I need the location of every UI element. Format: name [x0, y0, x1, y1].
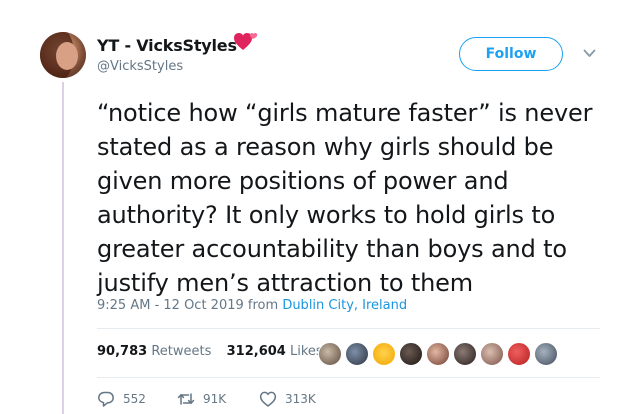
liker-avatar[interactable] — [345, 342, 369, 366]
reply-button[interactable]: 552 — [97, 390, 146, 408]
liker-avatar[interactable] — [372, 342, 396, 366]
liker-avatar[interactable] — [507, 342, 531, 366]
liker-avatar[interactable] — [318, 342, 342, 366]
liker-avatar[interactable] — [399, 342, 423, 366]
from-label: from — [247, 298, 279, 313]
divider — [97, 377, 600, 378]
liker-avatar[interactable] — [534, 342, 558, 366]
retweet-action-count: 91K — [203, 392, 227, 406]
avatar[interactable] — [40, 32, 86, 78]
reply-icon — [98, 391, 114, 407]
avatar-face — [56, 42, 78, 70]
chevron-down-icon[interactable] — [583, 49, 596, 58]
display-name[interactable]: YT - VicksStyles — [97, 36, 237, 55]
tweet-meta: 9:25 AM - 12 Oct 2019 from Dublin City, … — [97, 298, 407, 313]
like-icon — [259, 391, 277, 407]
liker-avatar[interactable] — [453, 342, 477, 366]
tweet-text: “notice how “girls mature faster” is nev… — [97, 99, 593, 297]
follow-button[interactable]: Follow — [459, 37, 563, 71]
liker-avatar[interactable] — [426, 342, 450, 366]
likes-count[interactable]: 312,604 — [227, 344, 286, 359]
retweet-button[interactable]: 91K — [177, 390, 226, 408]
tweet-timestamp[interactable]: 9:25 AM - 12 Oct 2019 — [97, 298, 244, 313]
tweet-card: YT - VicksStyles @VicksStyles Follow “no… — [0, 0, 638, 414]
retweets-label[interactable]: Retweets — [151, 344, 211, 359]
retweets-count[interactable]: 90,783 — [97, 344, 147, 359]
tweet-location[interactable]: Dublin City, Ireland — [282, 298, 407, 313]
heart-emoji-icon — [234, 33, 258, 50]
like-button[interactable]: 313K — [259, 390, 316, 408]
like-action-count: 313K — [285, 392, 316, 406]
thread-line — [62, 82, 64, 414]
liker-avatar[interactable] — [480, 342, 504, 366]
divider — [97, 328, 600, 329]
user-handle[interactable]: @VicksStyles — [97, 59, 183, 74]
reply-count: 552 — [123, 392, 146, 406]
retweet-icon — [177, 393, 195, 405]
tweet-stats: 90,783 Retweets 312,604 Likes — [97, 344, 323, 359]
